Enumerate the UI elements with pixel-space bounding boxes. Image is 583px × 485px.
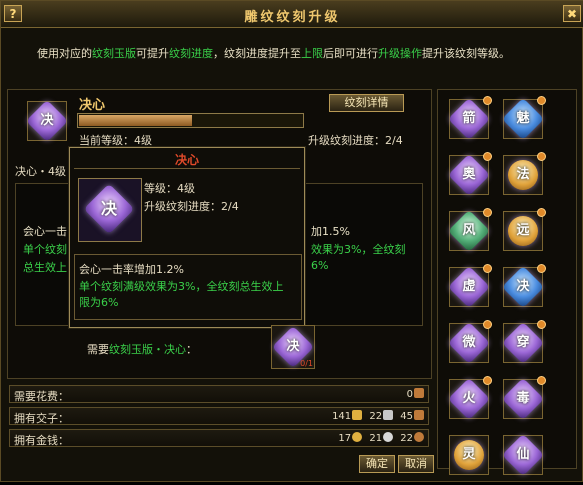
new-indicator-dot (483, 320, 492, 329)
tooltip-gem-icon: 决 (83, 183, 135, 235)
silver-coin-icon (383, 432, 394, 442)
current-engrave-gem-icon: 决 (25, 99, 69, 143)
engrave-grid-slot[interactable]: 微 (447, 320, 492, 365)
cancel-button[interactable]: 取消 (398, 455, 434, 473)
engrave-grid-slot[interactable]: 虚 (447, 264, 492, 309)
engrave-detail-button[interactable]: 纹刻详情 (329, 94, 404, 112)
cost-label: 需要花费： (14, 390, 69, 403)
new-indicator-dot (537, 208, 546, 217)
engrave-grid-slot[interactable]: 灵 (447, 433, 491, 477)
copper-jiaozi-icon (414, 410, 424, 420)
effect-line-2-start: 单个纹刻 (23, 243, 67, 256)
tooltip-effect-box: 会心一击率增加1.2% 单个纹刻满级效果为3%，全纹刻总生效上限为6% (74, 254, 302, 320)
engrave-grid-slot[interactable]: 奥 (447, 152, 492, 197)
tooltip-progress: 升级纹刻进度：2/4 (144, 200, 239, 213)
new-indicator-dot (537, 376, 546, 385)
jiaozi-values: 141 22 45 (332, 410, 424, 422)
tooltip-level: 等级：4级 (144, 182, 195, 195)
engrave-grid-slot[interactable]: 仙 (501, 433, 545, 477)
engrave-gem-icon: 灵 (447, 433, 491, 477)
cost-coin-icon (414, 388, 424, 398)
confirm-button[interactable]: 确定 (359, 455, 395, 473)
description-text: 使用对应的纹刻玉版可提升纹刻进度，纹刻进度提升至上限后即可进行升级操作提升该纹刻… (37, 47, 510, 60)
new-indicator-dot (537, 264, 546, 273)
new-indicator-dot (483, 96, 492, 105)
gold-coin-icon (352, 432, 363, 442)
engrave-grid-slot[interactable]: 风 (447, 208, 492, 253)
effect-line-3-start: 总生效上 (23, 261, 67, 274)
cost-value: 0 (407, 388, 424, 400)
engrave-gem-icon: 虚 (447, 265, 491, 309)
effect-line-1-start: 会心一击 (23, 225, 67, 238)
new-indicator-dot (483, 152, 492, 161)
engrave-gem-icon: 仙 (501, 433, 545, 477)
engrave-progress-fill (79, 115, 192, 126)
gold-jiaozi-icon (352, 410, 363, 420)
tooltip-title-divider (74, 168, 300, 169)
cost-row: 需要花费： 0 (9, 385, 429, 403)
effect-line-1-end: 加1.5% (311, 225, 350, 238)
engrave-gem-icon: 法 (501, 153, 545, 197)
new-indicator-dot (483, 376, 492, 385)
engrave-grid-slot[interactable]: 远 (501, 208, 546, 253)
window-title: 雕纹纹刻升级 (244, 10, 341, 25)
current-engrave-slot[interactable]: 决 (25, 99, 69, 143)
engrave-gem-icon: 决 (501, 265, 545, 309)
current-engrave-name: 决心 (79, 98, 106, 113)
need-item-count: 0/1 (300, 359, 313, 368)
engrave-grid-slot[interactable]: 魅 (501, 96, 546, 141)
jiaozi-label: 拥有交子： (14, 412, 69, 425)
engrave-gem-icon: 奥 (447, 153, 491, 197)
need-item-text: 需要纹刻玉版・决心： (87, 343, 197, 356)
new-indicator-dot (483, 208, 492, 217)
engrave-grid-slot[interactable]: 法 (501, 152, 546, 197)
current-side-label: 决心・4级 (15, 165, 66, 178)
silver-jiaozi-icon (383, 410, 394, 420)
close-button[interactable]: ✖ (563, 5, 581, 22)
engrave-progress-bar (77, 113, 304, 128)
money-values: 17 21 22 (338, 432, 424, 444)
upgrade-progress-text: 升级纹刻进度：2/4 (308, 134, 403, 147)
engrave-tooltip: 决心 决 等级：4级 升级纹刻进度：2/4 会心一击率增加1.2% 单个纹刻满级… (69, 147, 305, 328)
new-indicator-dot (537, 152, 546, 161)
money-label: 拥有金钱： (14, 434, 69, 447)
new-indicator-dot (537, 320, 546, 329)
engrave-gem-icon: 远 (501, 209, 545, 253)
engrave-gem-icon: 火 (447, 377, 491, 421)
engrave-gem-icon: 箭 (447, 97, 491, 141)
jiaozi-row: 拥有交子： 141 22 45 (9, 407, 429, 425)
engrave-gem-icon: 毒 (501, 377, 545, 421)
engrave-gem-icon: 风 (447, 209, 491, 253)
engrave-upgrade-window: ? 雕纹纹刻升级 ✖ 使用对应的纹刻玉版可提升纹刻进度，纹刻进度提升至上限后即可… (0, 0, 583, 482)
new-indicator-dot (483, 264, 492, 273)
effect-line-2-end: 效果为3%，全纹刻 (311, 243, 406, 256)
engrave-grid-slot[interactable]: 火 (447, 376, 492, 421)
effect-line-3-end: 6% (311, 259, 329, 272)
tooltip-title: 决心 (174, 153, 199, 167)
engrave-gem-icon: 穿 (501, 321, 545, 365)
tooltip-effect-green: 单个纹刻满级效果为3%，全纹刻总生效上限为6% (79, 280, 284, 309)
money-row: 拥有金钱： 17 21 22 (9, 429, 429, 447)
engrave-grid-slot[interactable]: 穿 (501, 320, 546, 365)
tooltip-gem-slot: 决 (78, 178, 142, 242)
copper-coin-icon (414, 432, 424, 442)
need-item-slot[interactable]: 决 0/1 (271, 325, 315, 369)
engrave-grid-slot[interactable]: 箭 (447, 96, 492, 141)
engrave-grid-slot[interactable]: 决 (501, 264, 546, 309)
engrave-gem-icon: 微 (447, 321, 491, 365)
current-level-text: 当前等级：4级 (79, 134, 152, 147)
engrave-gem-icon: 魅 (501, 97, 545, 141)
engrave-grid-slot[interactable]: 毒 (501, 376, 546, 421)
title-bar[interactable]: ? 雕纹纹刻升级 ✖ (1, 1, 583, 28)
new-indicator-dot (537, 96, 546, 105)
tooltip-effect: 会心一击率增加1.2% (79, 263, 184, 276)
